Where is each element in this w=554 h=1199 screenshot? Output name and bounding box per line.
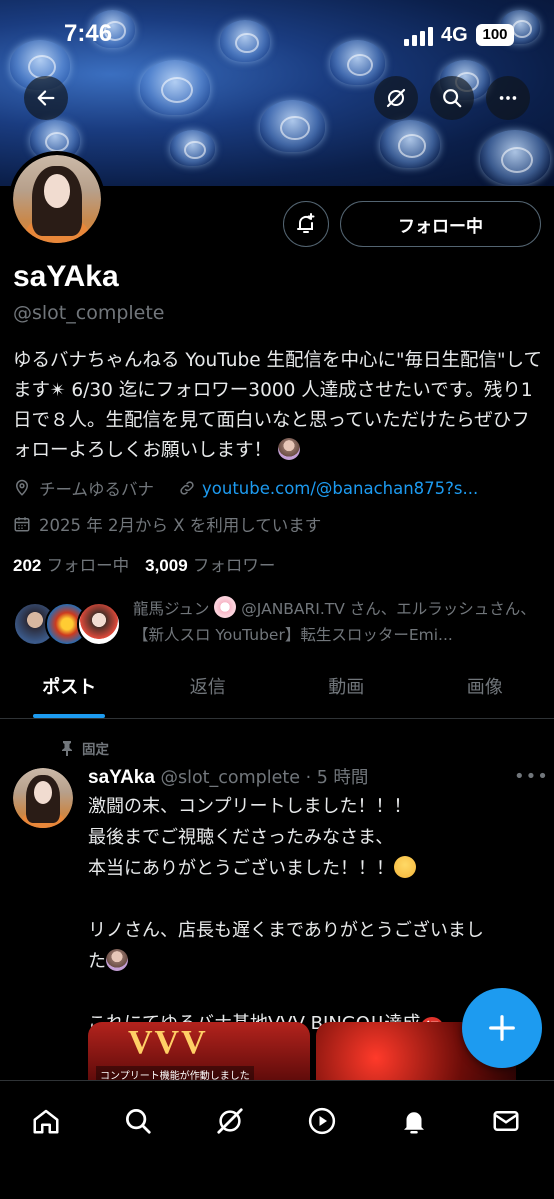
- banner-jellyfish: [260, 100, 325, 152]
- pin-icon: [62, 741, 72, 756]
- nav-grok[interactable]: [208, 1099, 252, 1143]
- tab-posts[interactable]: ポスト: [0, 664, 139, 718]
- tab-replies[interactable]: 返信: [139, 664, 278, 718]
- emoji: [214, 596, 237, 618]
- following-button[interactable]: フォロー中: [340, 201, 541, 247]
- person-bowing-emoji: [106, 949, 128, 971]
- tab-videos[interactable]: 動画: [277, 664, 416, 718]
- profile-link[interactable]: youtube.com/@banachan875?s...: [202, 479, 478, 498]
- person-bowing-emoji: [277, 438, 300, 460]
- profile-stats: 202 フォロー中 3,009 フォロワー: [13, 552, 275, 576]
- post-author-avatar[interactable]: [13, 768, 73, 828]
- notify-button[interactable]: [283, 201, 329, 247]
- following-count-link[interactable]: 202 フォロー中: [13, 552, 129, 576]
- plus-icon: [489, 1015, 515, 1041]
- play-circle-icon: [308, 1107, 336, 1135]
- crying-face-emoji: [394, 856, 416, 878]
- nav-search[interactable]: [116, 1099, 160, 1143]
- profile-tabs: ポスト 返信 動画 画像: [0, 664, 554, 719]
- post-handle-time: @slot_complete · 5 時間: [160, 768, 369, 788]
- calendar-icon: [14, 517, 30, 532]
- profile-bio: ゆるバナちゃんねる YouTube 生配信を中心に"毎日生配信"してます✴ 6/…: [13, 350, 542, 461]
- grok-icon: [386, 88, 406, 108]
- search-icon: [443, 89, 462, 108]
- profile-meta-joined: 2025 年 2月から X を利用しています: [13, 512, 321, 536]
- more-button[interactable]: [486, 76, 530, 120]
- status-time: 7:46: [64, 20, 113, 47]
- link-icon: [180, 481, 194, 495]
- post-header: saYAka @slot_complete · 5 時間: [88, 764, 368, 789]
- tab-images[interactable]: 画像: [416, 664, 554, 718]
- profile-joined: 2025 年 2月から X を利用しています: [39, 516, 322, 535]
- profile-avatar[interactable]: [9, 151, 105, 247]
- notification-add-icon: [297, 213, 315, 233]
- avatar-photo: [13, 155, 101, 243]
- signal-icon: [404, 26, 433, 46]
- post-media-image-1[interactable]: VVV コンプリート機能が作動しました: [88, 1022, 310, 1082]
- nav-messages[interactable]: [484, 1099, 528, 1143]
- back-arrow-icon: [37, 90, 55, 106]
- profile-location: チームゆるバナ: [39, 480, 155, 499]
- search-icon: [126, 1109, 151, 1134]
- location-icon: [15, 479, 29, 496]
- grok-button[interactable]: [374, 76, 418, 120]
- post-text: 激闘の末、コンプリートしました！！！ 最後までご視聴くださったみなさま、 本当に…: [88, 791, 528, 1041]
- battery-icon: 100: [476, 24, 514, 46]
- home-icon: [33, 1109, 59, 1134]
- followers-you-know[interactable]: 龍馬ジュン @JANBARI.TV さん、エルラッシュさん、【新人スロ YouT…: [13, 596, 543, 652]
- post-author-name[interactable]: saYAka: [88, 767, 155, 788]
- banner-jellyfish: [380, 120, 440, 168]
- network-type: 4G: [441, 24, 468, 46]
- known-followers-text: 龍馬ジュン @JANBARI.TV さん、エルラッシュさん、【新人スロ YouT…: [133, 596, 543, 648]
- avatar: [77, 602, 121, 646]
- nav-video[interactable]: [300, 1099, 344, 1143]
- profile-handle: @slot_complete: [13, 302, 165, 324]
- banner-jellyfish: [480, 130, 550, 185]
- compose-button[interactable]: [462, 988, 542, 1068]
- nav-home[interactable]: [24, 1099, 68, 1143]
- profile-name: saYAka: [13, 260, 119, 293]
- followers-count-link[interactable]: 3,009 フォロワー: [145, 552, 275, 576]
- pinned-indicator: 固定: [60, 738, 109, 758]
- grok-icon: [217, 1108, 243, 1134]
- profile-meta-location-link: チームゆるバナ youtube.com/@banachan875?s...: [13, 476, 478, 500]
- mail-icon: [493, 1111, 519, 1131]
- search-button[interactable]: [430, 76, 474, 120]
- bottom-navigation: [0, 1080, 554, 1199]
- back-button[interactable]: [24, 76, 68, 120]
- status-bar: 7:46 4G 100: [0, 0, 554, 70]
- banner-jellyfish: [170, 130, 215, 166]
- post-more-icon[interactable]: •••: [514, 766, 549, 787]
- more-icon: [499, 96, 517, 100]
- bell-icon: [404, 1112, 424, 1134]
- nav-notifications[interactable]: [392, 1099, 436, 1143]
